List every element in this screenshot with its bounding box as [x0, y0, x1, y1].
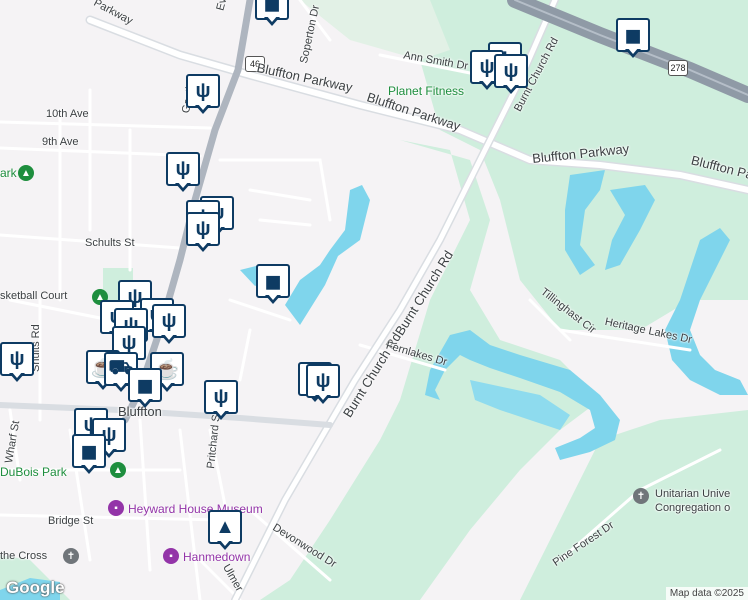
- label-unitarian-1[interactable]: Unitarian Unive: [655, 488, 730, 500]
- shopping-marker[interactable]: ◼: [616, 18, 650, 60]
- label-park-left[interactable]: ark: [0, 166, 17, 180]
- label-dubois-park[interactable]: DuBois Park: [0, 465, 67, 479]
- label-basketball-court[interactable]: sketball Court: [0, 290, 67, 302]
- restaurant-marker[interactable]: ψ: [204, 380, 238, 422]
- restaurant-marker[interactable]: ψ: [152, 304, 186, 346]
- restaurant-marker[interactable]: ψ: [0, 342, 34, 384]
- restaurant-marker[interactable]: ψ: [166, 152, 200, 194]
- label-heyward-house-museum[interactable]: Heyward House Museum: [128, 502, 263, 516]
- school-marker[interactable]: ▲: [208, 510, 242, 552]
- road-may-river: [0, 402, 333, 428]
- route-278-label: 278: [670, 63, 686, 73]
- label-the-cross[interactable]: the Cross: [0, 550, 47, 562]
- label-planet-fitness[interactable]: Planet Fitness: [388, 84, 464, 98]
- shopping-marker[interactable]: ◼: [128, 368, 162, 410]
- shopping-marker[interactable]: ◼: [255, 0, 289, 28]
- restaurant-marker[interactable]: ψ: [306, 364, 340, 406]
- label-bridge-st: Bridge St: [48, 515, 94, 527]
- museum-icon[interactable]: ▪: [108, 500, 124, 516]
- road-10th-ave: [0, 120, 212, 130]
- church-cross-icon[interactable]: ✝: [63, 548, 79, 564]
- dubois-park-icon[interactable]: ▲: [110, 462, 126, 478]
- park-tree-icon[interactable]: ▲: [18, 165, 34, 181]
- route-278-shield: 278: [668, 60, 688, 76]
- label-10th-ave: 10th Ave: [46, 108, 89, 120]
- label-9th-ave: 9th Ave: [42, 136, 79, 148]
- label-schults-st: Schults St: [85, 237, 135, 249]
- shop-icon[interactable]: ▪: [163, 548, 179, 564]
- restaurant-marker[interactable]: ψ: [494, 54, 528, 96]
- google-logo: Google: [6, 578, 65, 597]
- restaurant-marker[interactable]: ψ: [186, 212, 220, 254]
- shopping-marker[interactable]: ◼: [72, 434, 106, 476]
- unitarian-church-icon[interactable]: ✝: [633, 488, 649, 504]
- label-hanmedown[interactable]: Hanmedown: [183, 550, 250, 564]
- shopping-marker[interactable]: ◼: [256, 264, 290, 306]
- map-attribution: Map data ©2025: [665, 587, 748, 600]
- restaurant-marker[interactable]: ψ: [186, 74, 220, 116]
- label-unitarian-2[interactable]: Congregation o: [655, 502, 730, 514]
